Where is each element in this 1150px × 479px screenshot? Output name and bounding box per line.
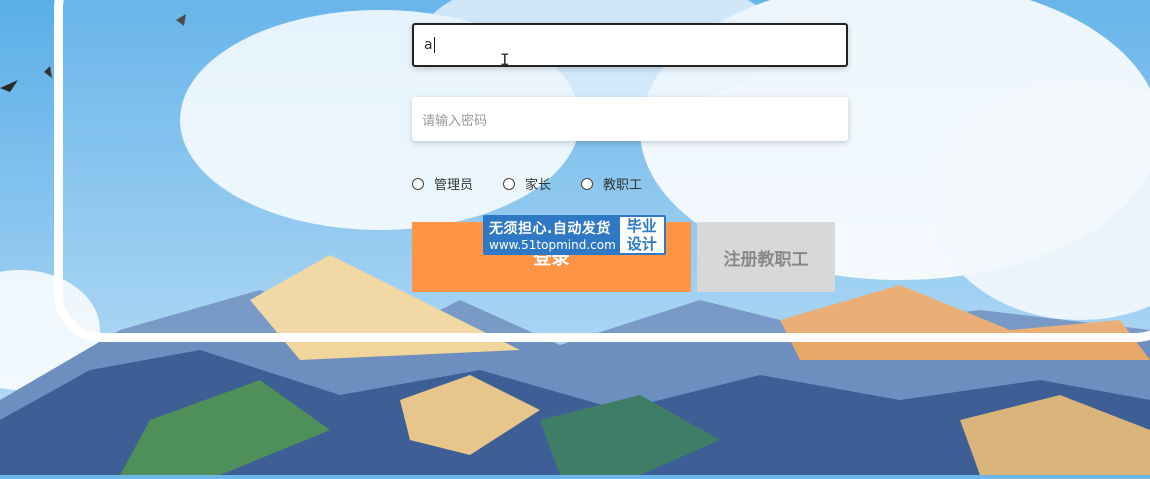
role-label: 管理员 [434, 178, 474, 193]
username-field[interactable]: a [412, 23, 848, 67]
role-label: 教职工 [603, 178, 643, 193]
role-selector: 管理员 家长 教职工 [412, 174, 672, 193]
watermark-badge: 毕业 设计 [619, 217, 664, 253]
text-caret [433, 37, 435, 53]
radio-icon[interactable] [581, 177, 594, 190]
radio-icon[interactable] [412, 177, 424, 190]
watermark-line1: 无须担心.自动发货 [489, 221, 611, 237]
ibeam-cursor-icon: I [500, 50, 510, 69]
username-value: a [424, 37, 433, 53]
watermark-line2: www.51topmind.com [489, 238, 616, 252]
register-button-label: 注册教职工 [723, 249, 809, 270]
password-placeholder: 请输入密码 [422, 113, 488, 129]
watermark-text: 无须担心.自动发货 www.51topmind.com [485, 217, 620, 253]
password-field[interactable]: 请输入密码 [412, 97, 848, 141]
radio-icon[interactable] [503, 177, 516, 190]
role-option-admin[interactable]: 管理员 [412, 174, 473, 193]
watermark-badge-line2: 设计 [626, 235, 657, 253]
register-staff-button[interactable]: 注册教职工 [697, 222, 835, 292]
role-option-staff[interactable]: 教职工 [581, 174, 642, 193]
watermark-badge-line1: 毕业 [626, 217, 657, 235]
watermark-overlay: 无须担心.自动发货 www.51topmind.com 毕业 设计 [483, 215, 666, 255]
role-option-parent[interactable]: 家长 [503, 174, 551, 193]
role-label: 家长 [525, 178, 552, 193]
